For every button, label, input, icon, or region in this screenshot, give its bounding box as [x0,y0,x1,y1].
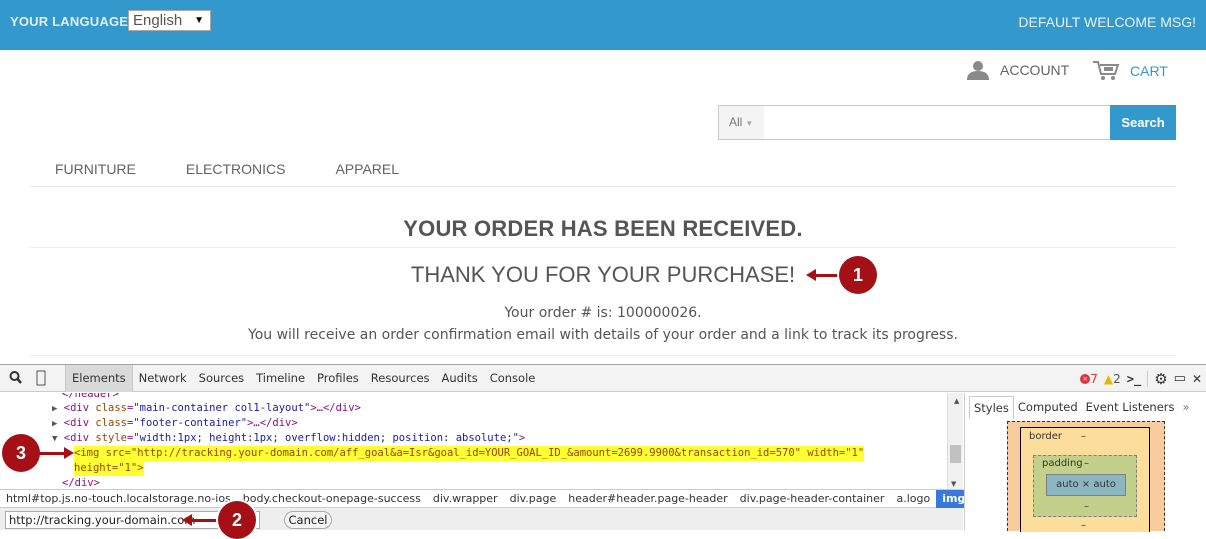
account-label: ACCOUNT [1000,62,1070,78]
tab-computed[interactable]: Computed [1014,396,1082,418]
dropdown-arrow-icon: ▼ [194,15,204,26]
scroll-up-arrow-icon[interactable]: ▲ [954,397,959,405]
settings-gear-icon[interactable]: ⚙ [1154,370,1167,388]
box-model-content: auto × auto [1046,474,1126,496]
scroll-down-arrow-icon[interactable]: ▼ [951,480,956,488]
expand-triangle-icon[interactable]: ▶ [52,404,57,414]
inspect-search-icon[interactable] [9,370,23,386]
nav-item-furniture[interactable]: FURNITURE [55,161,136,177]
box-model-border: border – padding – auto × auto – – [1020,427,1150,532]
dom-line[interactable]: </div> [62,476,100,489]
tab-resources[interactable]: Resources [365,365,436,392]
tab-console[interactable]: Console [484,365,542,392]
search-button[interactable]: Search [1110,105,1176,140]
thank-you-heading: THANK YOU FOR YOUR PURCHASE! [410,262,796,287]
dock-side-icon[interactable]: ▭ [1174,371,1186,386]
dom-line-highlighted[interactable]: <img src="http://tracking.your-domain.co… [74,446,865,461]
callout-3: 3 [2,434,40,472]
breadcrumb-item[interactable]: body.checkout-onepage-success [237,490,427,508]
welcome-message: DEFAULT WELCOME MSG! [1018,14,1196,30]
tab-elements[interactable]: Elements [65,365,133,392]
error-count[interactable]: × 7 [1080,372,1098,386]
callout-2: 2 [218,501,256,539]
breadcrumb-item[interactable]: div.page [504,490,563,508]
callout-1-arrow [814,274,842,277]
callout-3-arrowhead [64,447,74,459]
device-mode-icon[interactable] [36,370,46,386]
error-icon: × [1080,374,1091,384]
divider [30,355,1176,356]
devtools-toolbar: Elements Network Sources Timeline Profil… [0,365,1206,392]
padding-label: padding [1042,458,1083,469]
page-title: YOUR ORDER HAS BEEN RECEIVED. [403,216,803,241]
search-input[interactable] [764,105,1111,140]
breadcrumb-item[interactable]: div.wrapper [427,490,504,508]
devtools-status: × 7 ▲2 >_ ⚙ ▭ ✕ [1080,365,1206,392]
tab-timeline[interactable]: Timeline [250,365,311,392]
divider [30,186,1176,187]
warning-icon: ▲ [1103,371,1114,386]
tab-styles[interactable]: Styles [969,395,1014,419]
breadcrumb-item[interactable]: a.logo [890,490,936,508]
main-nav: FURNITURE ELECTRONICS APPAREL [55,161,399,177]
border-label: border [1029,431,1063,442]
top-bar: YOUR LANGUAGE: English ▼ DEFAULT WELCOME… [0,0,1206,50]
search-category-select[interactable]: All ▼ [718,105,765,140]
callout-2-arrow [190,519,220,522]
find-bar: http://tracking.your-domain.com Cancel [0,508,963,530]
nav-item-electronics[interactable]: ELECTRONICS [186,161,286,177]
tab-event-listeners[interactable]: Event Listeners [1082,396,1179,418]
dom-tree: </header> ▶ <div class="main-container c… [0,393,963,489]
account-link[interactable]: ACCOUNT [966,60,1069,80]
dom-line[interactable]: ▼ <div style="width:1px; height:1px; ove… [52,431,525,446]
cart-icon [1093,61,1120,80]
cart-label: CART [1130,63,1168,79]
cancel-button[interactable]: Cancel [284,511,332,529]
dom-line[interactable]: ▶ <div class="main-container col1-layout… [52,401,361,416]
breadcrumb: html#top.js.no-touch.localstorage.no-ios… [0,489,1009,508]
tab-profiles[interactable]: Profiles [311,365,365,392]
order-number-text: Your order # is: 100000026. [504,305,702,321]
warning-count[interactable]: ▲2 [1104,372,1121,386]
styles-sidebar: Styles Computed Event Listeners » border… [964,393,1206,532]
search-category-value: All [729,115,743,129]
box-model-padding: padding – auto × auto – [1033,455,1137,517]
console-drawer-icon[interactable]: >_ [1127,372,1141,386]
collapse-triangle-icon[interactable]: ▼ [52,434,57,444]
dom-line[interactable]: ▶ <div class="footer-container">…</div> [52,416,298,431]
devtools-panel: Elements Network Sources Timeline Profil… [0,364,1206,532]
tab-sources[interactable]: Sources [193,365,251,392]
callout-1: 1 [839,256,877,294]
language-select[interactable]: English ▼ [128,10,211,31]
language-value: English [133,12,183,29]
confirmation-text: You will receive an order confirmation e… [248,327,958,343]
devtools-tabs: Elements Network Sources Timeline Profil… [65,365,541,392]
toolbar-divider [1147,370,1149,387]
more-tabs-icon[interactable]: » [1179,396,1194,418]
language-label: YOUR LANGUAGE: [10,14,133,29]
nav-item-apparel[interactable]: APPAREL [335,161,399,177]
expand-triangle-icon[interactable]: ▶ [52,419,57,429]
sidebar-tabs: Styles Computed Event Listeners » [969,395,1194,419]
dom-line-highlighted[interactable]: height="1"> [74,461,144,476]
scrollbar-thumb[interactable] [950,445,961,463]
dom-scrollbar[interactable]: ▼ [947,393,963,489]
divider [30,247,1176,248]
caret-down-icon: ▼ [745,119,754,128]
cart-link[interactable]: CART [1092,60,1168,82]
box-model-margin: border – padding – auto × auto – – [1007,421,1165,532]
callout-3-arrow [38,452,66,455]
tab-network[interactable]: Network [133,365,193,392]
breadcrumb-item[interactable]: html#top.js.no-touch.localstorage.no-ios [0,490,237,508]
tab-audits[interactable]: Audits [436,365,484,392]
user-icon [967,61,989,80]
breadcrumb-item[interactable]: header#header.page-header [562,490,733,508]
breadcrumb-item[interactable]: div.page-header-container [734,490,891,508]
close-devtools-icon[interactable]: ✕ [1192,372,1202,386]
